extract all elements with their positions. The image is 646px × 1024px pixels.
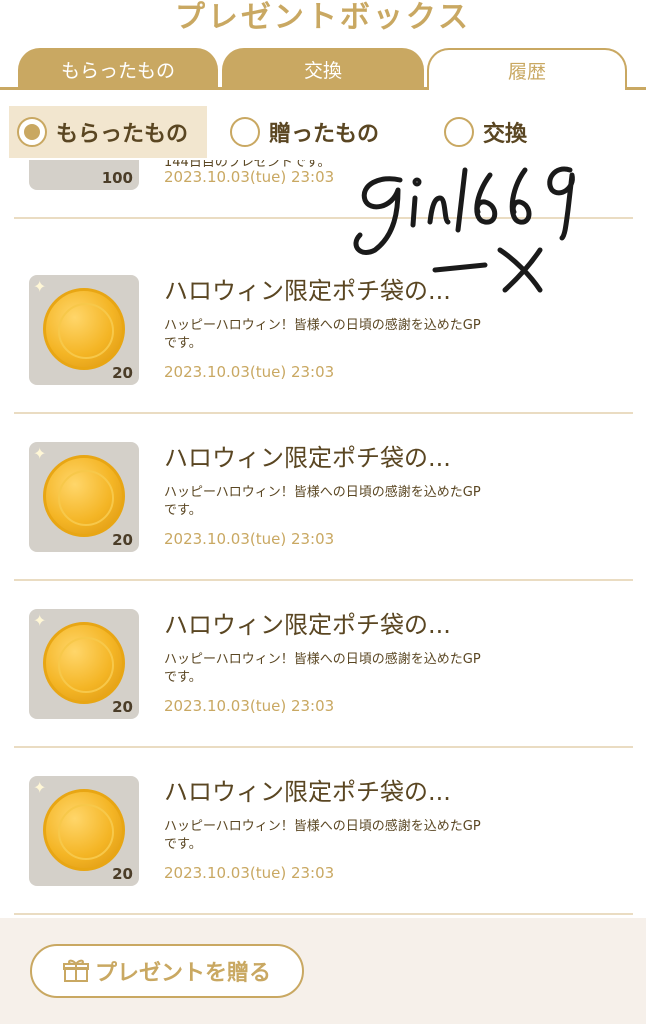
filter-received-label: もらったもの [56, 122, 189, 147]
item-name: ハロウィン限定ポチ袋の... [164, 778, 451, 806]
tab-received[interactable]: もらったもの [18, 48, 218, 90]
sparkle-icon: ✦ [33, 611, 47, 630]
item-description: ハッピーハロウィン！皆様への日頃の感謝を込めたGPです。 [164, 652, 481, 685]
item-thumbnail: ✦ 20 [29, 609, 139, 719]
item-date: 2023.10.03(tue) 23:03 [164, 168, 335, 186]
footer-bar: プレゼントを贈る [0, 918, 646, 1024]
list-item[interactable]: ✦ 20 ハロウィン限定ポチ袋の... ハッピーハロウィン！皆様への日頃の感謝を… [14, 414, 633, 581]
item-quantity: 100 [101, 169, 133, 187]
history-filter: もらったもの 贈ったもの 交換 [0, 106, 646, 160]
item-thumbnail: ✦ 100 [29, 160, 139, 190]
history-list[interactable]: ✦ 100 144日目のプレゼントです。 2023.10.03(tue) 23:… [0, 160, 646, 918]
gift-icon [62, 959, 89, 982]
item-quantity: 20 [112, 531, 133, 549]
item-quantity: 20 [112, 364, 133, 382]
gold-coin-icon [43, 789, 125, 871]
radio-icon [444, 117, 474, 147]
item-thumbnail: ✦ 20 [29, 275, 139, 385]
item-date: 2023.10.03(tue) 23:03 [164, 697, 335, 715]
item-name: ハロウィン限定ポチ袋の... [164, 277, 451, 305]
gold-coin-icon [43, 622, 125, 704]
item-thumbnail: ✦ 20 [29, 442, 139, 552]
sparkle-icon: ✦ [33, 444, 47, 463]
item-thumbnail: ✦ 20 [29, 776, 139, 886]
list-item[interactable]: ✦ 20 ハロウィン限定ポチ袋の... ハッピーハロウィン！皆様への日頃の感謝を… [14, 247, 633, 414]
item-date: 2023.10.03(tue) 23:03 [164, 864, 335, 882]
sparkle-icon: ✦ [33, 277, 47, 296]
list-item[interactable]: ✦ 20 ハロウィン限定ポチ袋の... ハッピーハロウィン！皆様への日頃の感謝を… [14, 748, 633, 915]
page-title: プレゼントボックス [174, 0, 472, 35]
list-item[interactable]: ✦ 100 144日目のプレゼントです。 2023.10.03(tue) 23:… [14, 160, 633, 219]
radio-selected-icon [17, 117, 47, 147]
tab-bar: もらったもの 交換 履歴 [0, 46, 646, 92]
sparkle-icon: ✦ [33, 778, 47, 797]
item-description: ハッピーハロウィン！皆様への日頃の感謝を込めたGPです。 [164, 485, 481, 518]
item-name: ハロウィン限定ポチ袋の... [164, 444, 451, 472]
gold-coin-icon [43, 455, 125, 537]
send-present-label: プレゼントを贈る [94, 961, 271, 986]
filter-sent-label: 贈ったもの [269, 122, 380, 147]
gold-coin-icon [43, 288, 125, 370]
item-quantity: 20 [112, 698, 133, 716]
item-quantity: 20 [112, 865, 133, 883]
item-description: ハッピーハロウィン！皆様への日頃の感謝を込めたGPです。 [164, 819, 481, 852]
radio-icon [230, 117, 260, 147]
filter-sent[interactable]: 贈ったもの [230, 106, 379, 158]
item-name: ハロウィン限定ポチ袋の... [164, 611, 451, 639]
filter-exchange-label: 交換 [483, 122, 528, 147]
tab-history[interactable]: 履歴 [427, 48, 627, 90]
filter-exchange[interactable]: 交換 [444, 106, 527, 158]
item-date: 2023.10.03(tue) 23:03 [164, 530, 335, 548]
tab-exchange[interactable]: 交換 [222, 48, 424, 90]
send-present-button[interactable]: プレゼントを贈る [30, 944, 304, 998]
list-item[interactable]: ✦ 20 ハロウィン限定ポチ袋の... ハッピーハロウィン！皆様への日頃の感謝を… [14, 581, 633, 748]
item-description: ハッピーハロウィン！皆様への日頃の感謝を込めたGPです。 [164, 318, 481, 351]
item-date: 2023.10.03(tue) 23:03 [164, 363, 335, 381]
filter-received[interactable]: もらったもの [9, 106, 207, 158]
